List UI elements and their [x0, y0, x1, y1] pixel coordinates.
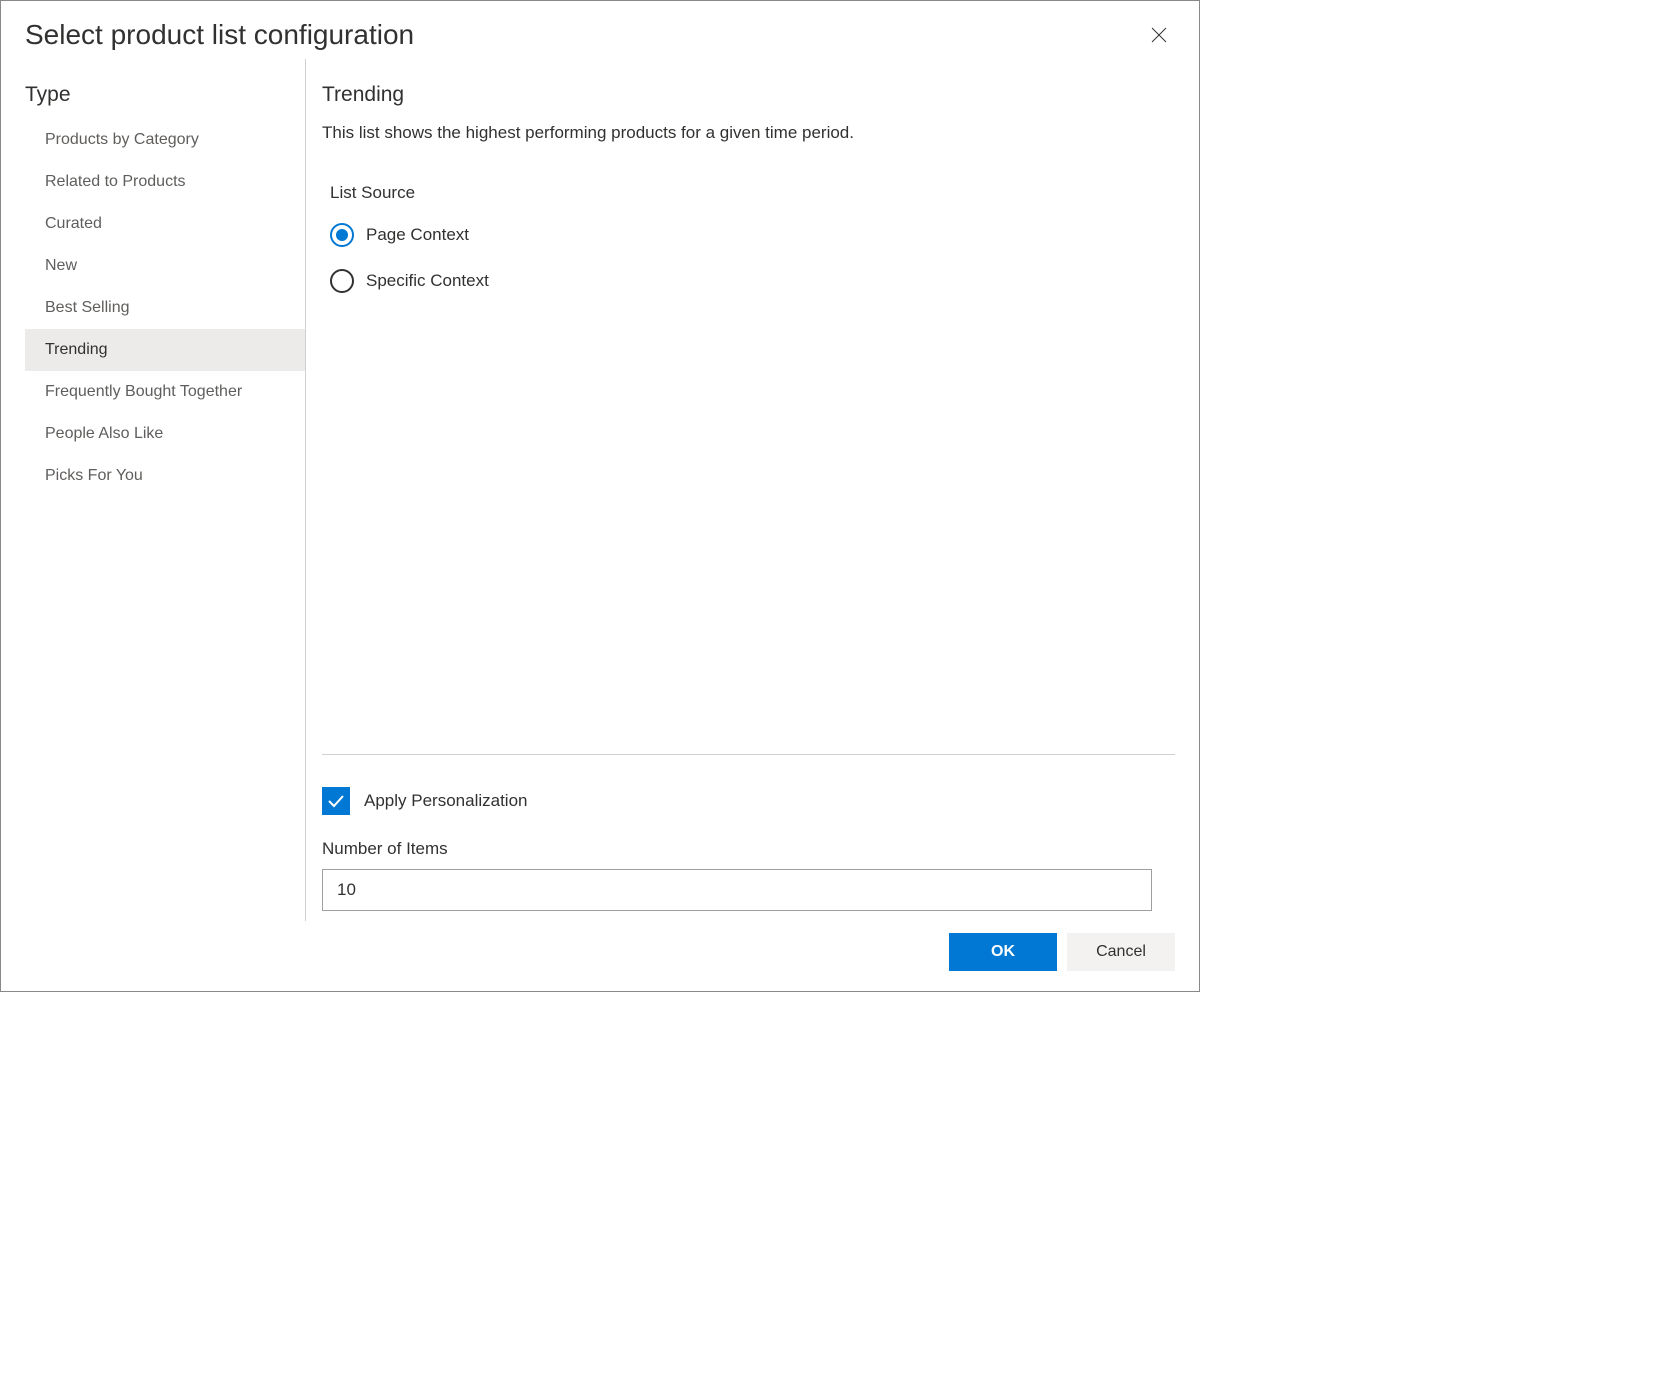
main-heading: Trending — [322, 83, 1175, 107]
sidebar-item-people-also-like[interactable]: People Also Like — [25, 413, 305, 455]
cancel-button[interactable]: Cancel — [1067, 933, 1175, 971]
radio-icon — [330, 223, 354, 247]
sidebar-item-related-to-products[interactable]: Related to Products — [25, 161, 305, 203]
checkbox-label: Apply Personalization — [364, 791, 527, 811]
close-icon — [1151, 27, 1167, 43]
sidebar-item-new[interactable]: New — [25, 245, 305, 287]
sidebar-item-label: Products by Category — [45, 131, 199, 148]
sidebar-item-curated[interactable]: Curated — [25, 203, 305, 245]
sidebar-item-label: People Also Like — [45, 425, 163, 442]
dialog-title: Select product list configuration — [25, 19, 414, 51]
checkbox-icon — [322, 787, 350, 815]
close-button[interactable] — [1143, 19, 1175, 51]
sidebar-item-label: Best Selling — [45, 299, 130, 316]
radio-page-context[interactable]: Page Context — [330, 223, 1175, 247]
list-source-radio-group: Page Context Specific Context — [322, 223, 1175, 315]
checkmark-icon — [327, 792, 345, 810]
number-of-items-label: Number of Items — [322, 839, 1175, 859]
sidebar-item-label: Related to Products — [45, 173, 186, 190]
sidebar-item-label: New — [45, 257, 77, 274]
dialog-footer: OK Cancel — [1, 921, 1199, 991]
dialog-header: Select product list configuration — [1, 1, 1199, 59]
sidebar-heading: Type — [25, 83, 305, 119]
divider — [322, 754, 1175, 755]
main-description: This list shows the highest performing p… — [322, 123, 1175, 143]
sidebar-item-trending[interactable]: Trending — [25, 329, 305, 371]
sidebar-type: Type Products by Category Related to Pro… — [25, 59, 305, 921]
sidebar-item-products-by-category[interactable]: Products by Category — [25, 119, 305, 161]
sidebar-item-label: Trending — [45, 341, 108, 358]
sidebar-item-label: Picks For You — [45, 467, 143, 484]
dialog-body: Type Products by Category Related to Pro… — [1, 59, 1199, 921]
main-panel: Trending This list shows the highest per… — [305, 59, 1175, 921]
sidebar-item-picks-for-you[interactable]: Picks For You — [25, 455, 305, 497]
list-source-label: List Source — [322, 183, 1175, 203]
radio-label: Page Context — [366, 225, 469, 245]
number-of-items-input[interactable] — [322, 869, 1152, 911]
dialog-select-product-list-configuration: Select product list configuration Type P… — [0, 0, 1200, 992]
sidebar-list: Products by Category Related to Products… — [25, 119, 305, 497]
sidebar-item-label: Frequently Bought Together — [45, 383, 242, 400]
sidebar-item-label: Curated — [45, 215, 102, 232]
radio-inner-dot — [336, 229, 348, 241]
radio-label: Specific Context — [366, 271, 489, 291]
checkbox-apply-personalization[interactable]: Apply Personalization — [322, 787, 1175, 815]
spacer — [322, 315, 1175, 754]
sidebar-item-frequently-bought-together[interactable]: Frequently Bought Together — [25, 371, 305, 413]
ok-button[interactable]: OK — [949, 933, 1057, 971]
radio-icon — [330, 269, 354, 293]
radio-specific-context[interactable]: Specific Context — [330, 269, 1175, 293]
sidebar-item-best-selling[interactable]: Best Selling — [25, 287, 305, 329]
